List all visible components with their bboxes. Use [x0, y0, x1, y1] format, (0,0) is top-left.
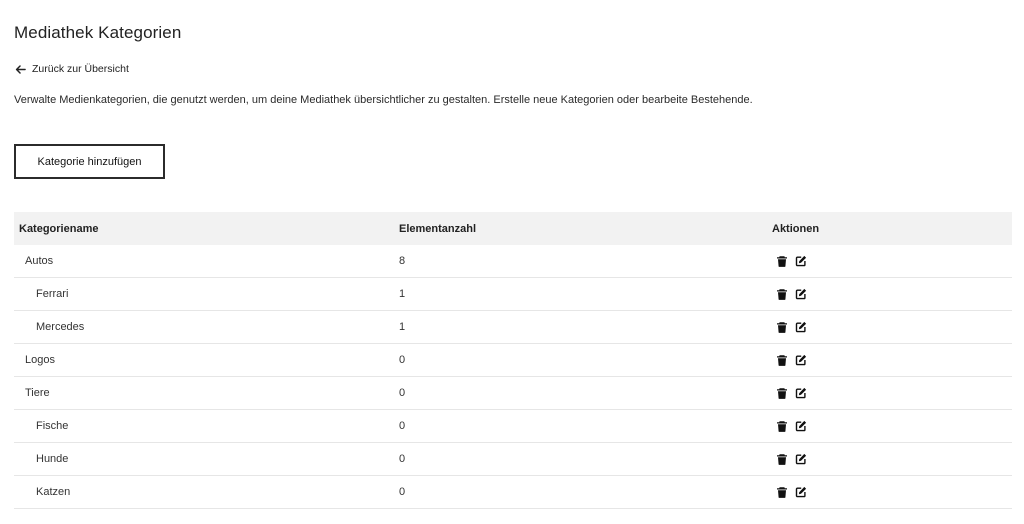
table-row: Fische 0 [14, 410, 1012, 443]
actions-cell [772, 420, 1012, 432]
category-name-cell: Ferrari [36, 288, 69, 300]
table-row: Autos 8 [14, 245, 1012, 278]
actions-cell [772, 321, 1012, 333]
category-name-cell: Katzen [36, 486, 71, 498]
trash-icon[interactable] [776, 321, 788, 333]
category-name-cell: Logos [25, 354, 55, 366]
edit-icon[interactable] [795, 387, 807, 399]
category-name-cell: Autos [25, 255, 54, 267]
header-category-name: Kategoriename [19, 222, 99, 235]
actions-cell [772, 255, 1012, 267]
add-category-button[interactable]: Kategorie hinzufügen [14, 144, 165, 179]
back-link[interactable]: Zurück zur Übersicht [15, 63, 129, 75]
trash-icon[interactable] [776, 453, 788, 465]
edit-icon[interactable] [795, 453, 807, 465]
table-body: Autos 8 Ferrari 1 Mercedes 1 Logos 0 Tie… [14, 245, 1012, 509]
table-row: Mercedes 1 [14, 311, 1012, 344]
element-count-cell: 0 [399, 420, 406, 432]
category-name-cell: Tiere [25, 387, 50, 399]
table-row: Tiere 0 [14, 377, 1012, 410]
element-count-cell: 1 [399, 288, 406, 300]
trash-icon[interactable] [776, 387, 788, 399]
category-name-cell: Fische [36, 420, 69, 432]
edit-icon[interactable] [795, 354, 807, 366]
trash-icon[interactable] [776, 420, 788, 432]
table-row: Hunde 0 [14, 443, 1012, 476]
edit-icon[interactable] [795, 420, 807, 432]
table-header: Kategoriename Elementanzahl Aktionen [14, 212, 1012, 245]
element-count-cell: 0 [399, 453, 406, 465]
page-title: Mediathek Kategorien [14, 23, 182, 42]
edit-icon[interactable] [795, 255, 807, 267]
category-name-cell: Mercedes [36, 321, 85, 333]
category-table: Kategoriename Elementanzahl Aktionen Aut… [14, 212, 1012, 509]
arrow-left-icon [15, 64, 26, 75]
back-link-label: Zurück zur Übersicht [32, 63, 129, 75]
actions-cell [772, 453, 1012, 465]
edit-icon[interactable] [795, 486, 807, 498]
edit-icon[interactable] [795, 321, 807, 333]
header-actions: Aktionen [772, 222, 820, 235]
table-row: Katzen 0 [14, 476, 1012, 509]
trash-icon[interactable] [776, 354, 788, 366]
actions-cell [772, 288, 1012, 300]
actions-cell [772, 354, 1012, 366]
trash-icon[interactable] [776, 255, 788, 267]
element-count-cell: 0 [399, 387, 406, 399]
element-count-cell: 8 [399, 255, 406, 267]
element-count-cell: 1 [399, 321, 406, 333]
page: Mediathek Kategorien Zurück zur Übersich… [0, 0, 1024, 524]
trash-icon[interactable] [776, 288, 788, 300]
header-element-count: Elementanzahl [399, 222, 477, 235]
edit-icon[interactable] [795, 288, 807, 300]
table-row: Ferrari 1 [14, 278, 1012, 311]
table-row: Logos 0 [14, 344, 1012, 377]
element-count-cell: 0 [399, 354, 406, 366]
page-description: Verwalte Medienkategorien, die genutzt w… [14, 94, 753, 106]
element-count-cell: 0 [399, 486, 406, 498]
actions-cell [772, 387, 1012, 399]
category-name-cell: Hunde [36, 453, 69, 465]
trash-icon[interactable] [776, 486, 788, 498]
actions-cell [772, 486, 1012, 498]
